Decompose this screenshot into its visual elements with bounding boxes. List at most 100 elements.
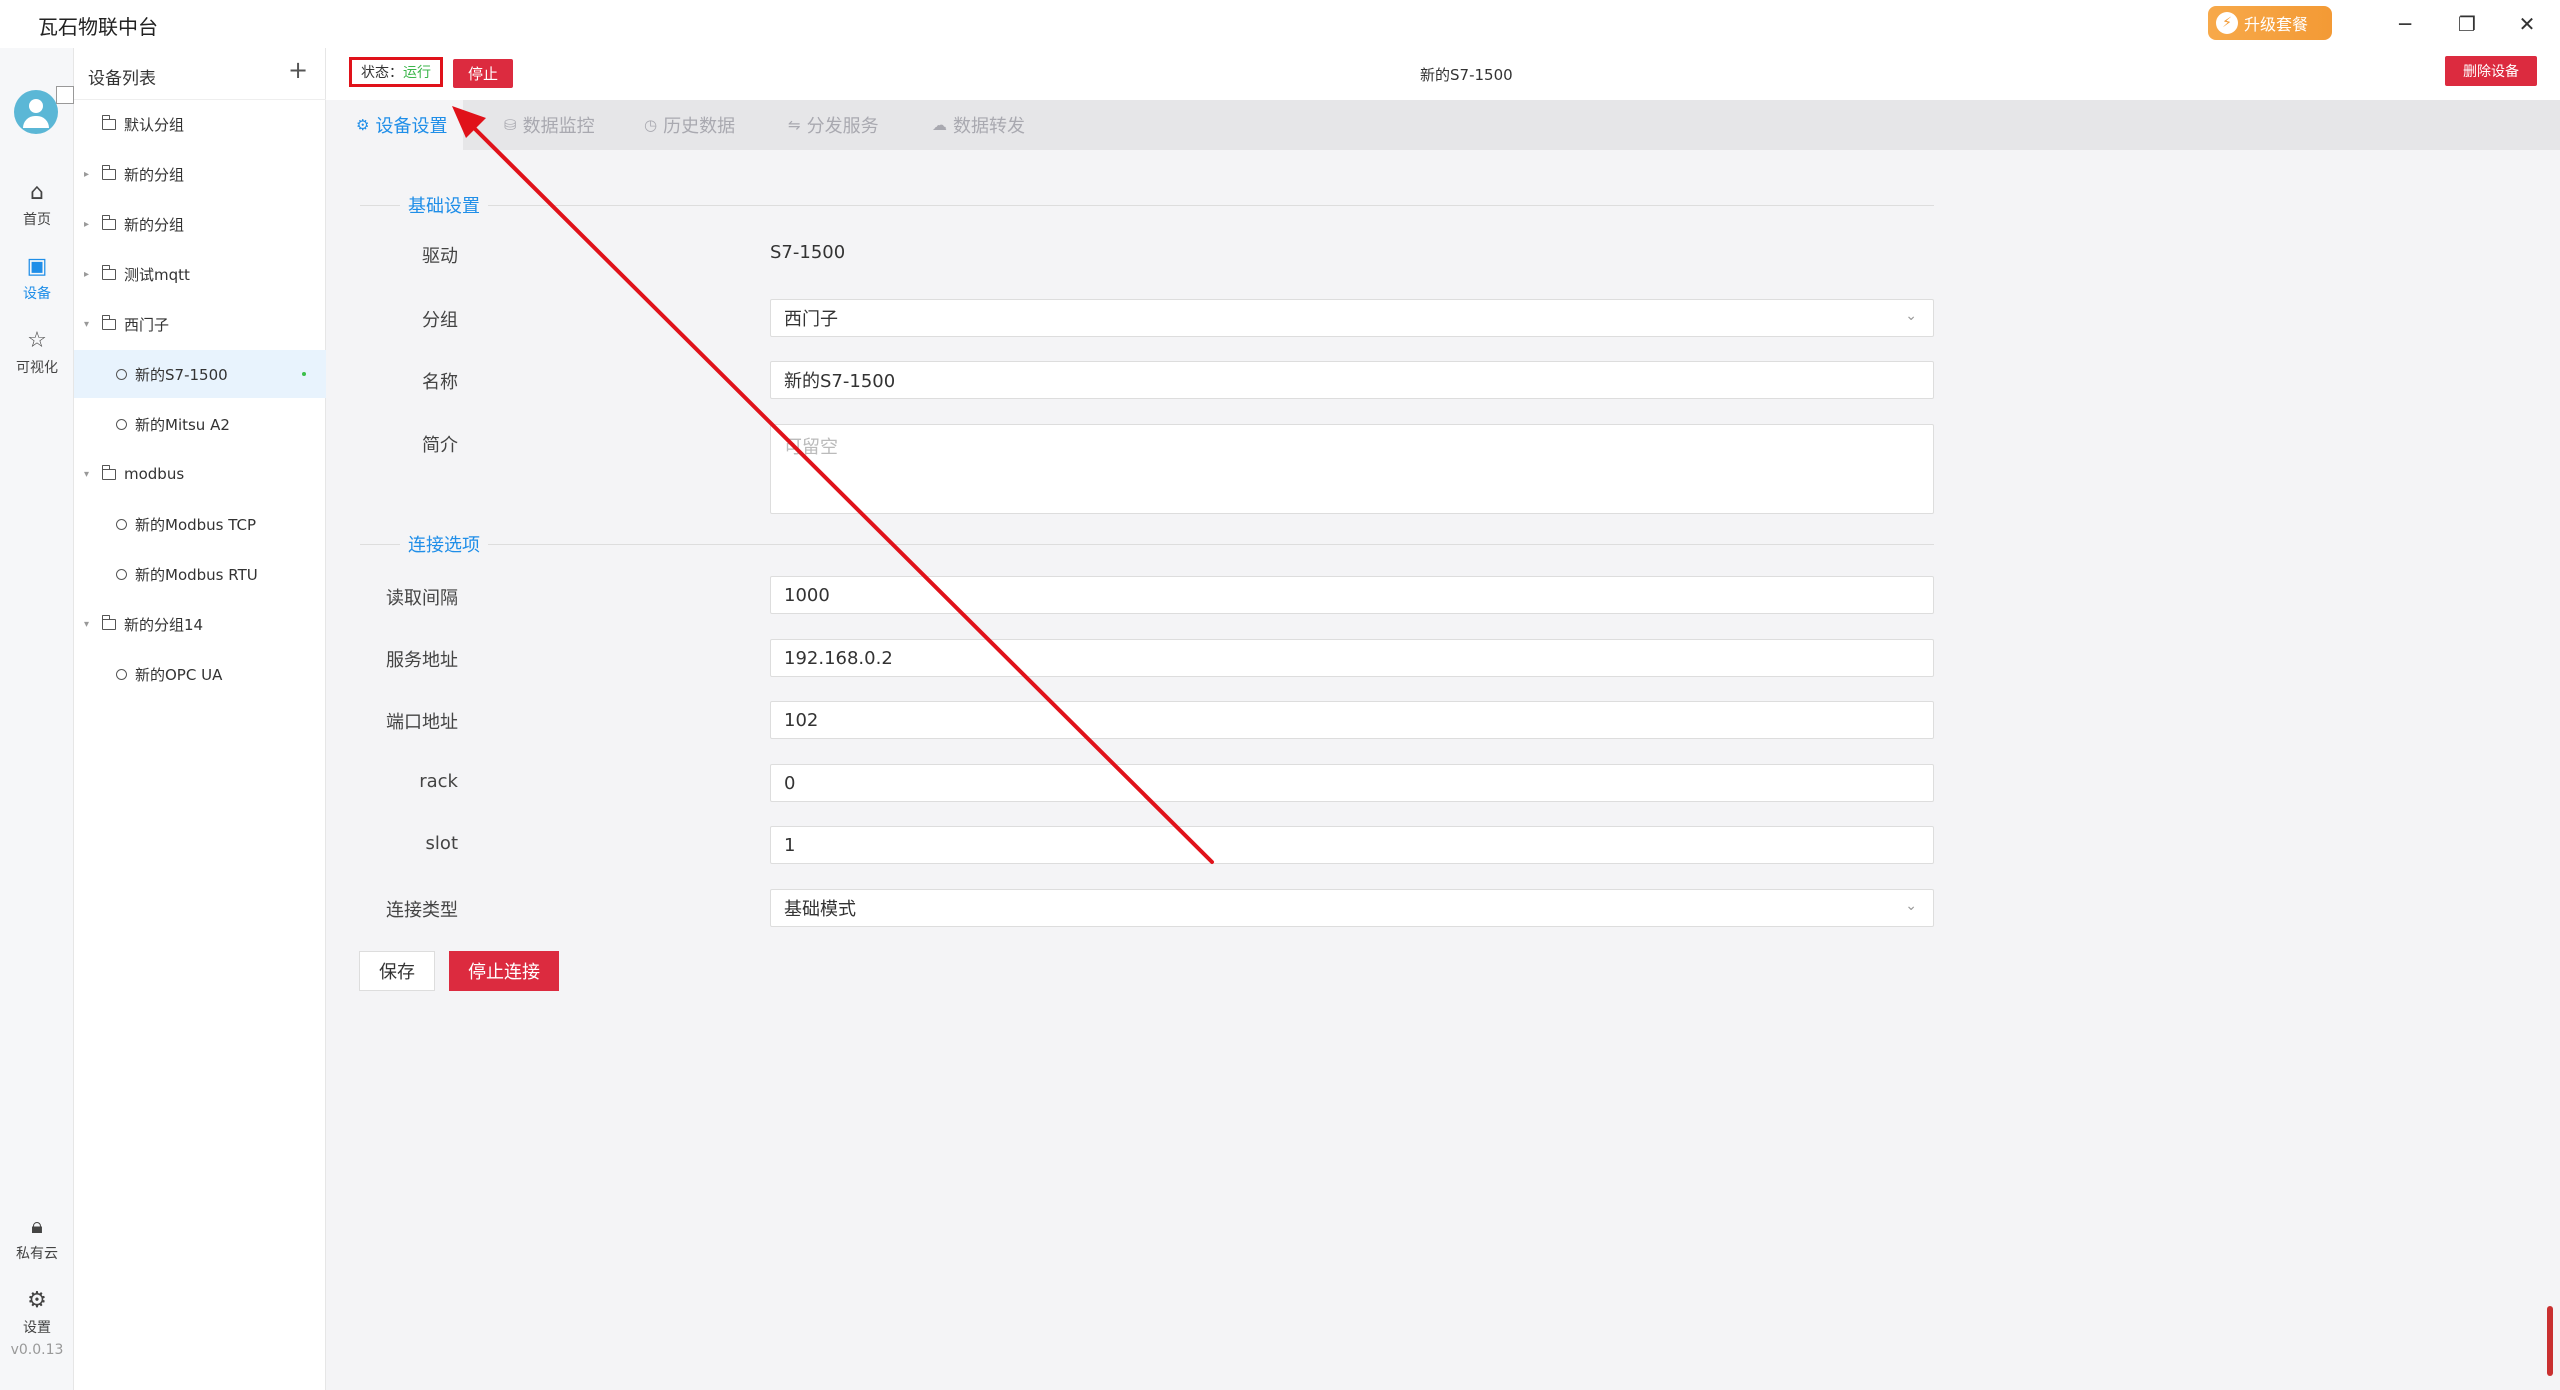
rail-item-visualization[interactable]: ☆ 可视化 (0, 318, 74, 388)
tree-item-label: 新的Modbus RTU (135, 565, 258, 584)
tree-group-item[interactable]: ▾ modbus (74, 450, 326, 498)
tab-data-forward[interactable]: ☁ 数据转发 (932, 100, 1025, 150)
clock-icon: ◷ (644, 116, 658, 134)
tab-history-data[interactable]: ◷ 历史数据 (644, 100, 735, 150)
stop-button[interactable]: 停止 (453, 59, 513, 88)
rail-item-home[interactable]: ⌂ 首页 (0, 170, 74, 240)
minimize-icon[interactable]: ─ (2390, 10, 2420, 38)
upgrade-label: 升级套餐 (2244, 15, 2309, 34)
tree-group-item[interactable]: ▸ 新的分组 (74, 200, 326, 248)
name-label: 名称 (422, 372, 458, 393)
caret-down-icon[interactable]: ▾ (84, 619, 94, 630)
tree-item-label: 测试mqtt (124, 265, 190, 284)
description-field[interactable]: 可留空 (770, 424, 1934, 514)
interval-label: 读取间隔 (386, 588, 458, 609)
tree-device-item-selected[interactable]: 新的S7-1500 (74, 350, 326, 398)
tree-item-label: 西门子 (124, 315, 170, 334)
upgrade-plan-button[interactable]: ⚡ 升级套餐 (2208, 6, 2332, 40)
slot-field[interactable]: 1 (770, 826, 1934, 864)
scroll-indicator[interactable] (2547, 1306, 2553, 1376)
basic-section-title: 基础设置 (400, 192, 488, 218)
tree-group-item[interactable]: ▸ 新的分组 (74, 150, 326, 198)
window-badge-icon (56, 86, 74, 104)
group-select-value: 西门子 (784, 309, 838, 330)
tab-label: 设备设置 (375, 116, 448, 137)
rail-item-label: 首页 (23, 212, 51, 228)
tree-group-item[interactable]: ▾ 新的分组14 (74, 600, 326, 648)
caret-down-icon[interactable]: ▾ (84, 319, 94, 330)
folder-icon (101, 214, 116, 230)
connection-section-title: 连接选项 (400, 531, 488, 557)
driver-value: S7-1500 (770, 242, 846, 263)
device-circle-icon (116, 518, 127, 530)
tree-device-item[interactable]: 新的OPC UA (74, 650, 326, 698)
chevron-down-icon: ⌄ (1905, 308, 1917, 324)
address-field[interactable]: 192.168.0.2 (770, 639, 1934, 677)
tab-data-monitor[interactable]: ⛁ 数据监控 (504, 100, 595, 150)
online-status-dot (302, 372, 306, 376)
device-title: 新的S7-1500 (1420, 66, 1513, 84)
tree-item-label: 新的Mitsu A2 (135, 415, 230, 434)
tree-item-label: 新的分组 (124, 165, 185, 184)
tab-label: 数据转发 (953, 116, 1025, 137)
delete-device-button[interactable]: 删除设备 (2445, 56, 2537, 86)
rail-item-label: 可视化 (16, 360, 58, 376)
tree-item-label: 新的分组 (124, 215, 185, 234)
app-title: 瓦石物联中台 (38, 15, 158, 39)
name-field[interactable]: 新的S7-1500 (770, 361, 1934, 399)
tab-label: 数据监控 (522, 116, 595, 137)
tab-distribution-service[interactable]: ⇋ 分发服务 (788, 100, 879, 150)
tree-device-item[interactable]: 新的Mitsu A2 (74, 400, 326, 448)
driver-label: 驱动 (422, 246, 458, 267)
tree-item-label: 新的S7-1500 (135, 365, 228, 384)
close-icon[interactable]: ✕ (2512, 10, 2542, 38)
avatar[interactable] (14, 90, 58, 134)
rail-item-private-cloud[interactable]: 🔒︎ 私有云 (0, 1204, 74, 1274)
rail-item-settings[interactable]: ⚙ 设置 (0, 1278, 74, 1348)
device-list-title: 设备列表 (88, 69, 156, 89)
caret-right-icon[interactable]: ▸ (84, 269, 94, 280)
tree-group-item[interactable]: 默认分组 (74, 100, 326, 148)
restore-icon[interactable]: ❐ (2452, 10, 2482, 38)
tree-group-item[interactable]: ▾ 西门子 (74, 300, 326, 348)
star-icon: ☆ (27, 328, 47, 353)
port-field[interactable]: 102 (770, 701, 1934, 739)
connection-type-select[interactable]: 基础模式 ⌄ (770, 889, 1934, 927)
rack-field[interactable]: 0 (770, 764, 1934, 802)
device-circle-icon (116, 668, 127, 680)
interval-field[interactable]: 1000 (770, 576, 1934, 614)
tree-device-item[interactable]: 新的Modbus TCP (74, 500, 326, 548)
connection-type-label: 连接类型 (386, 900, 458, 921)
rail-item-device[interactable]: ▣ 设备 (0, 244, 74, 314)
tab-device-settings[interactable]: ⚙ 设备设置 (326, 100, 464, 150)
address-label: 服务地址 (386, 650, 458, 671)
caret-right-icon[interactable]: ▸ (84, 169, 94, 180)
stop-connection-button[interactable]: 停止连接 (449, 951, 559, 991)
section-divider (360, 544, 1934, 545)
gear-icon: ⚙ (356, 116, 370, 134)
lock-icon: 🔒︎ (31, 1214, 43, 1239)
tab-label: 分发服务 (806, 116, 879, 137)
caret-down-icon[interactable]: ▾ (84, 469, 94, 480)
tree-item-label: 新的Modbus TCP (135, 515, 257, 534)
tree-group-item[interactable]: ▸ 测试mqtt (74, 250, 326, 298)
tree-item-label: 新的分组14 (124, 615, 204, 634)
chip-icon: ▣ (26, 254, 48, 279)
save-button[interactable]: 保存 (359, 951, 435, 991)
slot-label: slot (425, 833, 458, 854)
status-badge: 状态： 运行 (349, 57, 443, 87)
caret-right-icon[interactable]: ▸ (84, 219, 94, 230)
rail-item-label: 私有云 (16, 1246, 58, 1262)
device-circle-icon (116, 368, 127, 380)
device-list-header: 设备列表 + (74, 48, 326, 100)
folder-icon (101, 614, 116, 630)
plus-icon[interactable]: + (286, 58, 310, 82)
folder-icon (101, 464, 116, 480)
lightning-icon: ⚡ (2216, 12, 2238, 34)
group-select[interactable]: 西门子 ⌄ (770, 299, 1934, 337)
rail-item-label: 设置 (23, 1320, 51, 1336)
tree-device-item[interactable]: 新的Modbus RTU (74, 550, 326, 598)
gear-icon: ⚙ (27, 1288, 47, 1313)
section-divider (360, 205, 1934, 206)
tree-item-label: 新的OPC UA (135, 665, 223, 684)
